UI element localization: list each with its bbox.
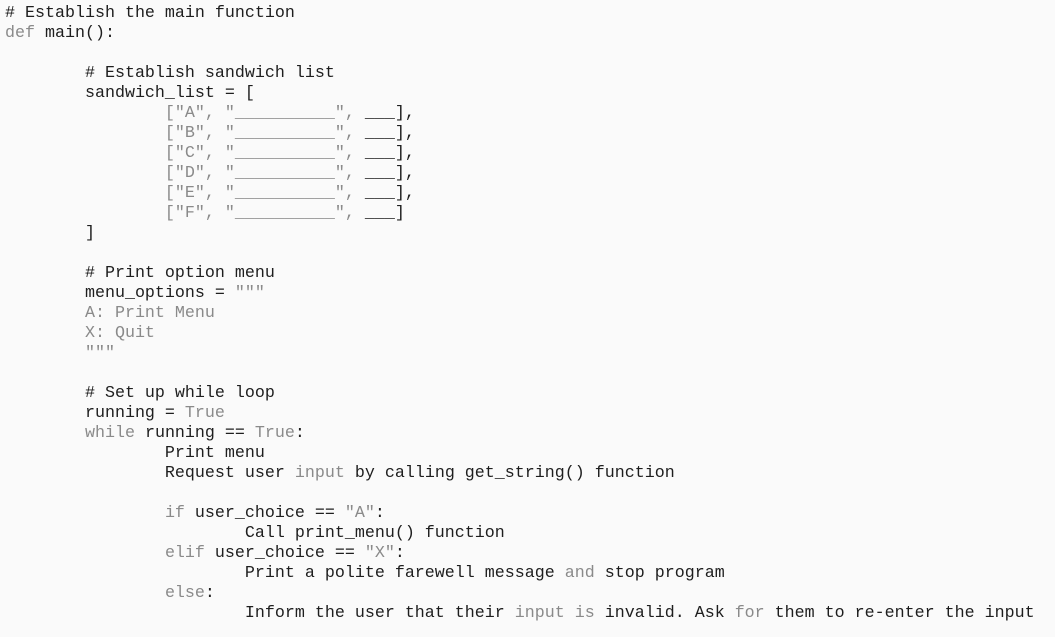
code-keyword: input bbox=[294, 464, 345, 483]
code-keyword: """ bbox=[5, 344, 115, 363]
code-line: ["E", "__________", ___], bbox=[5, 184, 1035, 204]
code-text: ___] bbox=[364, 204, 405, 223]
code-line: else: bbox=[5, 584, 1035, 604]
code-text: Print a polite farewell message bbox=[5, 564, 565, 583]
code-line: ["A", "__________", ___], bbox=[5, 104, 1035, 124]
code-line: ["B", "__________", ___], bbox=[5, 124, 1035, 144]
code-text: : bbox=[294, 424, 305, 443]
code-line: menu_options = """ bbox=[5, 284, 1035, 304]
code-line: Request user input by calling get_string… bbox=[5, 464, 1035, 484]
code-text: stop program bbox=[594, 564, 725, 583]
code-line: ] bbox=[5, 224, 1035, 244]
code-keyword: input bbox=[514, 604, 565, 623]
code-line: # Establish the main function bbox=[5, 4, 1035, 24]
code-text: Request user bbox=[5, 464, 295, 483]
code-text: menu_options = bbox=[5, 284, 235, 303]
code-line: Inform the user that their input is inva… bbox=[5, 604, 1035, 624]
code-keyword: True bbox=[184, 404, 225, 423]
code-line: running = True bbox=[5, 404, 1035, 424]
code-line: sandwich_list = [ bbox=[5, 84, 1035, 104]
code-line: # Set up while loop bbox=[5, 384, 1035, 404]
code-line: X: Quit bbox=[5, 324, 1035, 344]
code-keyword: ["B", "__________", bbox=[5, 124, 365, 143]
code-text: user_choice == bbox=[204, 544, 365, 563]
code-keyword: True bbox=[254, 424, 295, 443]
code-line: Print a polite farewell message and stop… bbox=[5, 564, 1035, 584]
code-text: by calling get_string() function bbox=[344, 464, 675, 483]
code-text: running == bbox=[134, 424, 255, 443]
code-line: A: Print Menu bbox=[5, 304, 1035, 324]
code-text: Print menu bbox=[5, 444, 265, 463]
code-text: ___], bbox=[364, 104, 415, 123]
code-keyword: ["F", "__________", bbox=[5, 204, 365, 223]
code-text: ___], bbox=[364, 184, 415, 203]
code-line: if user_choice == "A": bbox=[5, 504, 1035, 524]
code-keyword: def bbox=[5, 24, 35, 43]
code-line: """ bbox=[5, 344, 1035, 364]
code-line: while running == True: bbox=[5, 424, 1035, 444]
code-keyword: elif bbox=[164, 544, 205, 563]
code-keyword: """ bbox=[234, 284, 265, 303]
code-text: Inform the user that their bbox=[5, 604, 515, 623]
code-keyword: else bbox=[164, 584, 205, 603]
code-text: ___], bbox=[364, 144, 415, 163]
code-keyword: ["E", "__________", bbox=[5, 184, 365, 203]
code-keyword: ["C", "__________", bbox=[5, 144, 365, 163]
code-line: ["F", "__________", ___] bbox=[5, 204, 1035, 224]
code-text: : bbox=[394, 544, 405, 563]
code-keyword: and bbox=[564, 564, 595, 583]
code-text: ___], bbox=[364, 124, 415, 143]
code-line: # Establish sandwich list bbox=[5, 64, 1035, 84]
code-text: # Set up while loop bbox=[5, 384, 275, 403]
code-line: Print menu bbox=[5, 444, 1035, 464]
code-keyword: is bbox=[574, 604, 595, 623]
code-line: elif user_choice == "X": bbox=[5, 544, 1035, 564]
code-keyword: while bbox=[84, 424, 135, 443]
code-text: sandwich_list = [ bbox=[5, 84, 255, 103]
code-line: ["D", "__________", ___], bbox=[5, 164, 1035, 184]
code-text: ___], bbox=[364, 164, 415, 183]
code-text: main(): bbox=[35, 24, 115, 43]
code-text: user_choice == bbox=[184, 504, 345, 523]
code-text: # Print option menu bbox=[5, 264, 275, 283]
code-line: ["C", "__________", ___], bbox=[5, 144, 1035, 164]
code-keyword: A: Print Menu bbox=[5, 304, 215, 323]
code-keyword: "A" bbox=[344, 504, 375, 523]
code-document: # Establish the main function def main():… bbox=[5, 4, 1035, 624]
code-line: # Print option menu bbox=[5, 264, 1035, 284]
code-text: Call print_menu() function bbox=[5, 524, 505, 543]
code-text: # Establish the main function bbox=[5, 4, 295, 23]
code-text: # Establish sandwich list bbox=[5, 64, 335, 83]
code-text: running = bbox=[5, 404, 185, 423]
code-keyword: ["D", "__________", bbox=[5, 164, 365, 183]
code-keyword: if bbox=[164, 504, 185, 523]
code-text: ] bbox=[5, 224, 95, 243]
code-line: def main(): bbox=[5, 24, 1035, 44]
code-line: Call print_menu() function bbox=[5, 524, 1035, 544]
code-keyword: for bbox=[734, 604, 765, 623]
code-keyword: "X" bbox=[364, 544, 395, 563]
code-keyword: X: Quit bbox=[5, 324, 155, 343]
code-text: them to re-enter the input bbox=[764, 604, 1035, 623]
code-keyword: ["A", "__________", bbox=[5, 104, 365, 123]
code-text: : bbox=[204, 584, 215, 603]
code-text: : bbox=[374, 504, 385, 523]
code-text: invalid. Ask bbox=[594, 604, 735, 623]
